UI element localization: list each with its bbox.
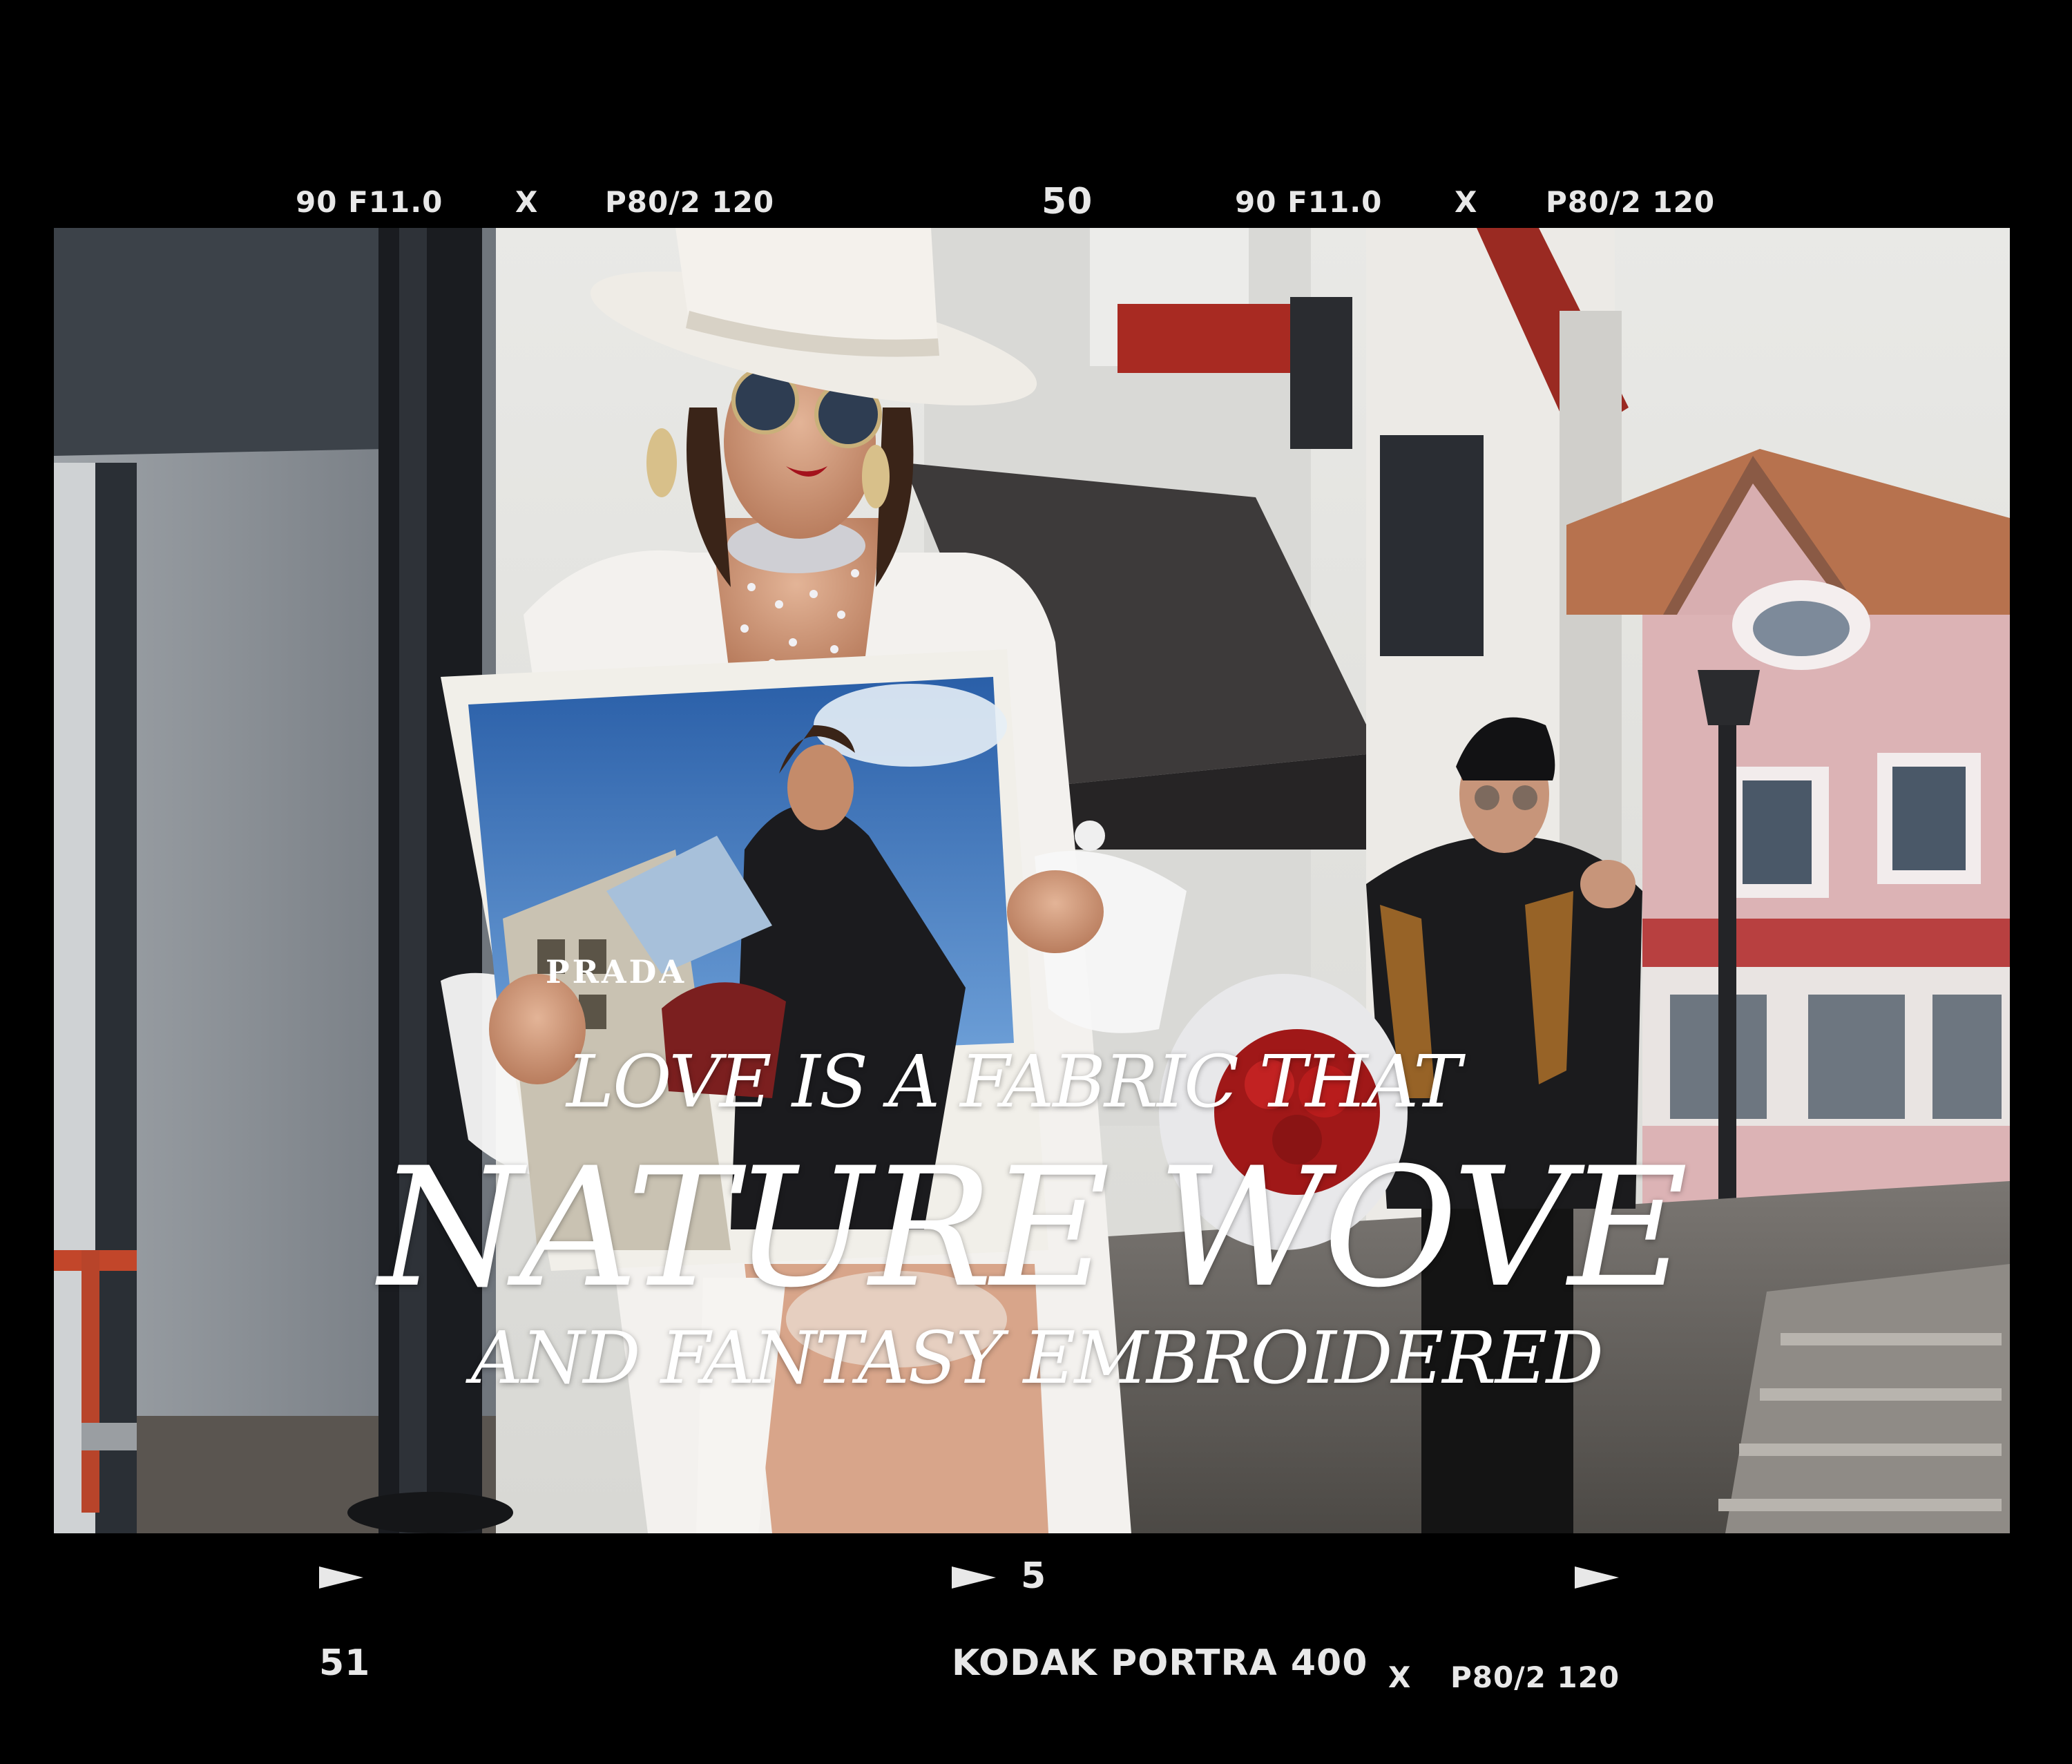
frame-arrow-right-icon (1575, 1566, 1619, 1589)
top-left-x-mark: X (515, 185, 539, 219)
top-left-format: P80/2 120 (605, 185, 775, 219)
bottom-left-number: 51 (319, 1642, 371, 1684)
film-frame: 90 F11.0 X P80/2 120 50 90 F11.0 X P80/2… (0, 0, 2072, 1764)
film-stock-label: KODAK PORTRA 400 (952, 1642, 1368, 1684)
top-right-exposure: 90 F11.0 (1235, 185, 1383, 219)
top-right-x-mark: X (1455, 185, 1478, 219)
top-right-format: P80/2 120 (1546, 185, 1716, 219)
top-left-exposure: 90 F11.0 (296, 185, 443, 219)
frame-arrow-left-icon (319, 1566, 363, 1589)
headline-line-3: AND FANTASY EMBROIDERED (471, 1316, 1604, 1400)
top-frame-number: 50 (1042, 181, 1093, 222)
headline-line-1: LOVE IS A FABRIC THAT (566, 1039, 1461, 1124)
frame-arrow-center-icon (952, 1566, 996, 1589)
bottom-format: P80/2 120 (1450, 1660, 1620, 1694)
magazine-brand-label: PRADA (546, 953, 687, 990)
headline-line-2: NATURE WOVE (378, 1133, 1688, 1324)
bottom-frame-marker: 5 (1021, 1555, 1047, 1597)
bottom-x-mark: X (1388, 1660, 1412, 1694)
